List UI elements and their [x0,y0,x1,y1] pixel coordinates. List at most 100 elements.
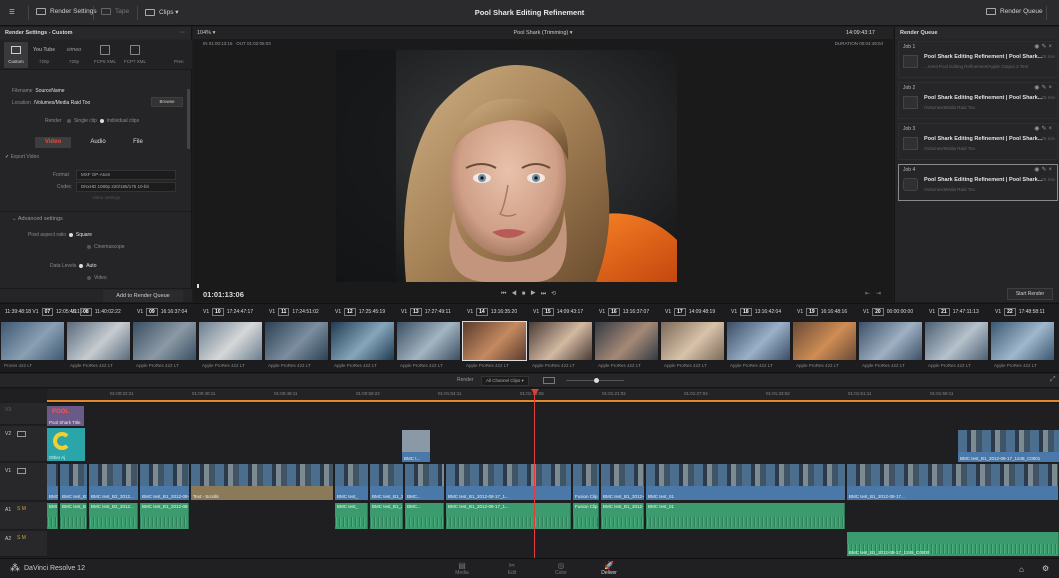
playhead-handle[interactable] [531,389,539,395]
a2-clip[interactable]: BMC test_B1_2012-08-17_1245_C0000 [847,532,1059,556]
clip-thumbnail[interactable] [265,322,328,360]
close-icon[interactable]: × [1048,126,1054,132]
clip-thumbnail[interactable] [529,322,592,360]
v1-clip[interactable]: BMC test_01 [646,464,845,500]
preset-youtube[interactable]: You Tube 720p [32,42,56,68]
render-job-3[interactable]: Job 3 ◉✎× Pool Shark Editing Refinement … [898,123,1058,160]
title-clip[interactable]: POOL Pool Shark Title [47,406,84,426]
go-to-end-icon[interactable]: ⏭ [541,291,551,297]
job-actions[interactable]: ◉✎× [1034,84,1054,91]
preset-fcp6-xml[interactable]: FCP6 XML [90,42,120,68]
track-header-a1[interactable]: A1 S M [0,502,47,530]
tab-file[interactable]: File [120,137,156,148]
timeline-selector[interactable]: Pool Shark (Trimming) ▾ [193,27,893,39]
v1-clip[interactable]: Text - Scrolls [191,464,333,500]
solo-mute-icons[interactable]: S M [17,506,26,512]
v1-clip[interactable]: BMC test_B1_2012-08-17_1245_C0000 [601,464,644,500]
home-icon[interactable]: ⌂ [1019,565,1024,574]
cinemascope-radio[interactable] [87,244,91,249]
page-edit[interactable]: ✂ Edit [494,561,530,576]
page-deliver[interactable]: 🚀 Deliver [591,561,627,576]
v1-clip[interactable]: BMC test_B1_2012-08-17... [847,464,1058,500]
close-icon[interactable]: × [1048,44,1054,50]
browse-button[interactable]: Browse [151,97,183,107]
v1-clip[interactable]: BMC... [405,464,444,500]
add-to-render-queue-button[interactable]: Add to Render Queue [103,290,183,302]
v2-clip[interactable]: BMC t... [402,430,430,462]
track-header-v1[interactable]: V1 [0,463,47,501]
track-header-a2[interactable]: A2 S M [0,531,47,557]
a1-clip[interactable]: BMC test_01 [646,503,845,529]
location-field[interactable]: /Volumes/Media Raid Too [34,100,91,106]
v1-clip[interactable]: BMC test_B1_2012-08-17_1159_C0000 [140,464,189,500]
job-actions[interactable]: ◉✎× [1034,125,1054,132]
single-clip-radio[interactable] [66,118,71,123]
clip-thumbnail[interactable] [331,322,394,360]
viewer-scrubber[interactable] [197,284,199,288]
a1-clip[interactable]: BMC test_B1_2012-08-17... [370,503,403,529]
job-actions[interactable]: ◉✎× [1034,166,1054,173]
clip-thumbnail[interactable] [397,322,460,360]
video-levels-radio[interactable] [87,275,91,280]
timeline-view-icon[interactable] [543,377,555,384]
clip-thumbnail[interactable] [727,322,790,360]
page-color[interactable]: ◎ Color [543,561,579,576]
playhead[interactable] [534,389,535,558]
track-visibility-icon[interactable] [17,468,26,474]
v1-clip[interactable]: BMC test_B1_2012-08-17... [60,464,87,500]
v1-clip[interactable]: BMC test_B2_2012... [89,464,138,500]
v1-clip[interactable]: Fusion Clip 1 [573,464,599,500]
tab-audio[interactable]: Audio [80,137,116,148]
render-job-2[interactable]: Job 2 ◉✎× Pool Shark Editing Refinement … [898,82,1058,119]
a1-clip[interactable]: BMC test_01 [47,503,58,529]
clip-thumbnail[interactable] [462,321,527,361]
render-queue-button[interactable]: Render Queue [986,8,1043,15]
job-actions[interactable]: ◉✎× [1034,43,1054,50]
render-job-1[interactable]: Job 1 ◉✎× Pool Shark Editing Refinement … [898,41,1058,78]
preset-label[interactable]: Pren [174,59,192,64]
zoom-slider-handle[interactable] [594,378,599,383]
v1-clip[interactable]: BMC test_B1_2012-08-17_1... [446,464,571,500]
preset-vimeo[interactable]: vimeo 720p [60,42,88,68]
step-back-icon[interactable]: ◀ [511,291,521,297]
format-dropdown[interactable]: MXF OP-Atom [76,170,176,180]
loop-icon[interactable]: ⟲ [551,291,561,297]
export-video-checkbox[interactable]: ✓ Export Video [5,154,39,160]
v1-clip[interactable]: BMC test_ [335,464,368,500]
mark-in-out-icons[interactable]: ⇤⇥ [865,290,887,297]
a1-clip[interactable]: BMC... [405,503,444,529]
render-channel-dropdown[interactable]: All Channel Clips ▾ [481,376,529,386]
a1-clip[interactable]: BMC test_B1_2012-08-17_1... [446,503,571,529]
close-icon[interactable]: × [1048,85,1054,91]
v1-clip[interactable]: BMC test_01 [47,464,58,500]
settings-scrollbar[interactable] [187,89,190,149]
preset-custom[interactable]: Custom [4,42,28,68]
play-icon[interactable]: ▶ [530,291,540,297]
clip-thumbnail[interactable] [1,322,64,360]
track-header-v2[interactable]: V2 [0,426,47,462]
a1-clip[interactable]: BMC test_ [335,503,368,529]
more-options-icon[interactable]: ··· [180,27,186,39]
clip-thumbnail[interactable] [67,322,130,360]
clip-thumbnail[interactable] [793,322,856,360]
filename-field[interactable]: SourceName [35,88,64,94]
settings-gear-icon[interactable]: ⚙ [1042,564,1049,573]
track-visibility-icon[interactable] [17,431,26,437]
square-radio[interactable] [68,232,73,237]
tab-video[interactable]: Video [35,137,71,148]
a1-clip[interactable]: BMC test_B1_2012-08-17_1159_C0000 [140,503,189,529]
clip-thumbnail[interactable] [199,322,262,360]
advanced-settings-toggle[interactable]: ⌄ Advanced settings [12,216,63,222]
close-icon[interactable]: × [1048,167,1054,173]
timeline-options-icon[interactable]: ⤢ [1050,376,1056,384]
clip-thumbnail[interactable] [133,322,196,360]
a1-clip[interactable]: BMC test_B1_2012-08-17_1245_C0000 [601,503,644,529]
individual-clips-radio[interactable] [99,118,104,123]
video-settings-link[interactable]: Video settings [92,195,120,200]
a1-clip[interactable]: BMC test_B1_2012-08-17... [60,503,87,529]
track-header-v3[interactable]: V3 [0,403,47,425]
v2-clip-right[interactable]: BMC test_B1_2012-08-17_1248_C0001 [958,430,1059,462]
solo-mute-icons[interactable]: S M [17,535,26,541]
a1-clip[interactable]: BMC test_B2_2012... [89,503,138,529]
page-media[interactable]: ▤ Media [444,561,480,576]
